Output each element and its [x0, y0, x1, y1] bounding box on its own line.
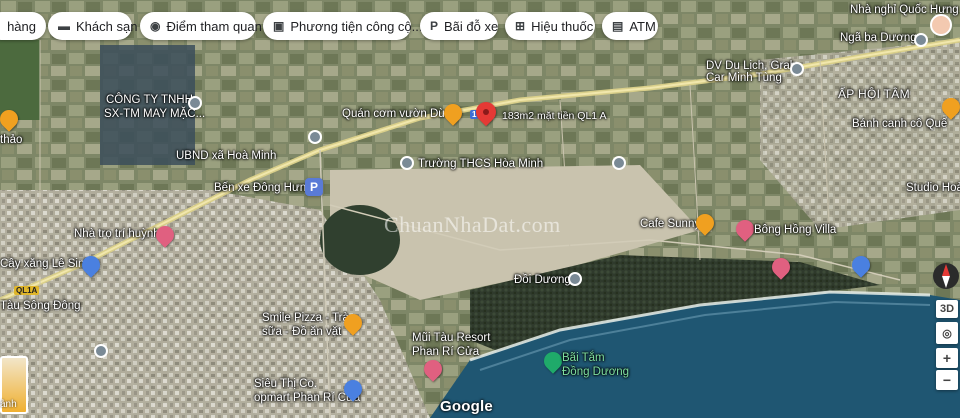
label-bai-tam-1[interactable]: Bãi Tắm	[562, 352, 605, 365]
label-smile-2[interactable]: sữa - Đồ ăn vặt	[262, 326, 341, 339]
chip-label: ATM	[629, 18, 656, 34]
label-truong[interactable]: Trường THCS Hòa Minh	[418, 158, 543, 171]
label-bai-tam-2[interactable]: Đồng Dương	[562, 366, 629, 379]
bed-icon: ▬	[58, 19, 70, 33]
label-ubnd[interactable]: UBND xã Hoà Minh	[176, 150, 276, 163]
zoom-out-button[interactable]: −	[936, 370, 958, 390]
chip-label: Khách sạn	[76, 18, 138, 34]
parking-marker-icon[interactable]: P	[305, 178, 323, 196]
location-marker-icon[interactable]	[914, 33, 928, 47]
google-logo: Google	[440, 398, 493, 415]
chip-label: Phương tiện công cộ...	[290, 18, 423, 34]
label-cong-ty-1[interactable]: CÔNG TY TNHH	[106, 94, 193, 107]
location-marker-icon[interactable]	[94, 344, 108, 358]
label-bong-hong[interactable]: Bông Hồng Villa	[754, 224, 836, 237]
label-banh-canh[interactable]: Bánh canh cô Quế	[852, 118, 947, 131]
chip-hotels[interactable]: ▬ Khách sạn	[48, 12, 137, 40]
restaurant-icon	[0, 19, 1, 33]
parking-icon: P	[430, 19, 439, 33]
label-thao[interactable]: thảo	[0, 134, 22, 147]
user-avatar[interactable]	[930, 14, 952, 36]
label-nga-ba[interactable]: Ngã ba Dương	[840, 32, 917, 45]
label-ap-hoi-tam: ẤP HỘI TÂM	[838, 87, 910, 101]
chip-transit[interactable]: ▣ Phương tiện công cộ...	[263, 12, 422, 40]
location-marker-icon[interactable]	[568, 272, 582, 286]
location-marker-icon[interactable]	[790, 62, 804, 76]
chip-label: hàng	[7, 18, 36, 34]
chip-label: Bãi đỗ xe	[444, 18, 499, 34]
label-studio[interactable]: Studio Hoà	[906, 182, 960, 195]
label-song-dong[interactable]: Tàu Sông Đông	[0, 300, 81, 313]
school-icon[interactable]	[400, 156, 414, 170]
label-quan-com[interactable]: Quán cơm vườn Dừa	[342, 108, 452, 121]
atm-icon: ▤	[612, 19, 624, 33]
label-dv-du-lich-2[interactable]: Car Minh Tùng	[706, 72, 782, 85]
label-smile-1[interactable]: Smile Pizza - Trà	[262, 312, 349, 325]
view-3d-button[interactable]: 3D	[936, 300, 958, 318]
landmark-icon[interactable]	[308, 130, 322, 144]
label-sieu-thi-1[interactable]: Siêu Thị Co.	[254, 378, 317, 391]
label-cong-ty-2[interactable]: SX-TM MAY MẶC...	[104, 108, 205, 121]
bus-icon: ▣	[273, 19, 285, 33]
label-road-note[interactable]: 183m2 mặt tiền QL1 A	[502, 110, 606, 123]
location-marker-icon[interactable]	[188, 96, 202, 110]
label-cafe[interactable]: Cafe Sunny	[640, 218, 700, 231]
map-canvas[interactable]: hàng ▬ Khách sạn ◉ Điểm tham quan ▣ Phương …	[0, 0, 960, 418]
my-location-button[interactable]: ◎	[936, 322, 958, 344]
chip-attractions[interactable]: ◉ Điểm tham quan	[140, 12, 262, 40]
label-ben-xe[interactable]: Bến xe Đông Hưng	[214, 182, 312, 195]
road-badge-ql1a: QL1A	[14, 286, 40, 295]
chip-parking[interactable]: P Bãi đỗ xe	[420, 12, 498, 40]
zoom-in-button[interactable]: +	[936, 348, 958, 368]
pharmacy-icon: ⊞	[515, 19, 526, 33]
label-mui-tau-2[interactable]: Phan Rí Cửa	[412, 346, 479, 359]
chip-pharmacy[interactable]: ⊞ Hiệu thuốc	[505, 12, 595, 40]
satellite-imagery	[0, 0, 960, 418]
label-nha-tro[interactable]: Nhà trọ trí huỳnh	[74, 228, 160, 241]
label-mui-tau-1[interactable]: Mũi Tàu Resort	[412, 332, 490, 345]
compass-icon[interactable]	[932, 258, 960, 294]
label-sieu-thi-2[interactable]: opmart Phan Rí Cửa	[254, 392, 360, 405]
label-doi-duong[interactable]: Đồi Dương	[514, 274, 571, 287]
location-marker-icon[interactable]	[612, 156, 626, 170]
chip-label: Hiệu thuốc	[531, 18, 594, 34]
label-cay-xang[interactable]: Cây xăng Lê Sinh	[0, 258, 91, 271]
chip-label: Điểm tham quan	[166, 18, 262, 34]
chip-restaurants[interactable]: hàng	[0, 12, 46, 40]
chip-atm[interactable]: ▤ ATM	[602, 12, 658, 40]
my-location-icon: ◎	[942, 327, 952, 340]
layer-thumbnail-caption: ảnh	[0, 399, 17, 410]
camera-icon: ◉	[150, 19, 161, 33]
watermark: ChuanNhaDat.com	[384, 212, 561, 237]
